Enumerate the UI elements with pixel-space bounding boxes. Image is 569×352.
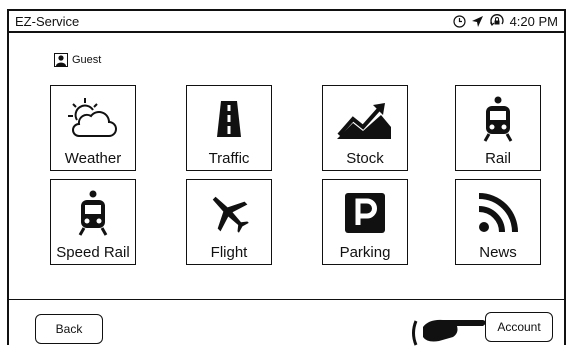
status-bar: 4:20 PM <box>452 14 558 29</box>
rail-train-icon <box>480 96 516 142</box>
rss-news-icon <box>476 190 520 236</box>
account-button[interactable]: Account <box>485 312 553 342</box>
pointing-hand-icon <box>409 313 489 352</box>
user-indicator: Guest <box>54 53 101 67</box>
tile-label: Parking <box>339 244 391 261</box>
traffic-road-icon <box>209 96 249 142</box>
back-button-label: Back <box>55 322 83 336</box>
back-button[interactable]: Back <box>35 314 103 344</box>
stock-chart-icon <box>335 96 395 142</box>
tile-label: Weather <box>64 150 122 167</box>
parking-icon <box>343 190 387 236</box>
tile-label: Flight <box>210 244 248 261</box>
speed-rail-train-icon <box>75 190 111 236</box>
tile-label: Rail <box>485 150 511 167</box>
tile-label: News <box>479 244 517 261</box>
account-button-label: Account <box>497 320 541 334</box>
tile-label: Stock <box>346 150 384 167</box>
app-title: EZ-Service <box>15 14 80 29</box>
user-name: Guest <box>72 54 102 66</box>
tile-label: Speed Rail <box>56 244 130 261</box>
airplane-icon <box>206 190 252 236</box>
lock-rotation-icon <box>489 14 505 29</box>
app-window: EZ-Service 4:20 PM Guest Weather Traffic… <box>7 9 566 346</box>
user-icon <box>54 53 68 67</box>
location-arrow-icon <box>471 15 484 28</box>
clock-time: 4:20 PM <box>509 14 558 29</box>
tile-flight[interactable]: Flight <box>186 179 272 265</box>
tile-label: Traffic <box>208 150 250 167</box>
clock-icon <box>452 15 466 28</box>
tile-speed-rail[interactable]: Speed Rail <box>50 179 136 265</box>
title-bar: EZ-Service 4:20 PM <box>9 11 564 33</box>
footer-divider <box>9 299 564 300</box>
tile-weather[interactable]: Weather <box>50 85 136 171</box>
tile-stock[interactable]: Stock <box>322 85 408 171</box>
weather-icon <box>65 96 121 142</box>
tile-news[interactable]: News <box>455 179 541 265</box>
tile-rail[interactable]: Rail <box>455 85 541 171</box>
tile-parking[interactable]: Parking <box>322 179 408 265</box>
tile-traffic[interactable]: Traffic <box>186 85 272 171</box>
